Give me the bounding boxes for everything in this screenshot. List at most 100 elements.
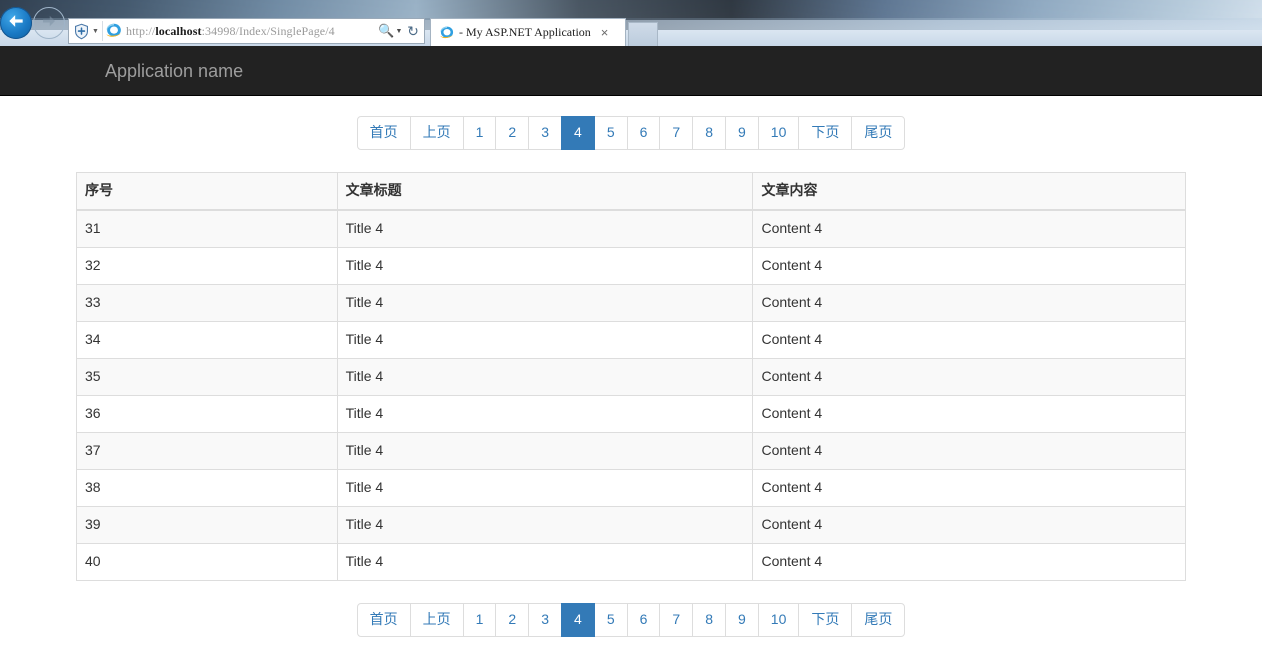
page-6-bottom[interactable]: 6: [626, 602, 661, 637]
page-10-bottom[interactable]: 10: [757, 602, 800, 637]
table-cell: 38: [76, 468, 338, 507]
table-cell: 35: [76, 357, 338, 396]
pagination-item: 7: [659, 602, 694, 637]
navbar-brand[interactable]: Application name: [105, 61, 243, 81]
table-row: 39 Title 4 Content 4: [76, 505, 1186, 544]
url-host: localhost: [155, 23, 202, 38]
pagination-item: 6: [626, 602, 661, 637]
refresh-icon[interactable]: ↻: [404, 23, 422, 40]
page-4-top[interactable]: 4: [561, 116, 595, 150]
table-cell: Content 4: [752, 468, 1186, 507]
pagination-item: 10: [757, 602, 800, 637]
table-column-header: 文章内容: [752, 171, 1186, 211]
page-3-bottom[interactable]: 3: [528, 602, 563, 637]
page-1-top[interactable]: 1: [462, 116, 497, 150]
table-cell: Content 4: [752, 320, 1186, 359]
table-cell: Title 4: [336, 357, 754, 396]
close-icon[interactable]: ×: [601, 26, 609, 39]
pagination-item: 4: [561, 602, 595, 637]
search-icon[interactable]: 🔍: [378, 23, 394, 39]
pagination-item: 9: [725, 116, 759, 150]
table-cell: Content 4: [752, 209, 1186, 248]
page-3-top[interactable]: 3: [528, 116, 563, 150]
table-row: 35 Title 4 Content 4: [76, 357, 1186, 396]
pagination-item: 首页: [356, 602, 411, 637]
page-1-bottom[interactable]: 1: [462, 602, 497, 637]
page-8-bottom[interactable]: 8: [692, 602, 726, 637]
table-cell: 40: [76, 542, 338, 581]
internet-explorer-icon: [105, 22, 123, 40]
article-table: 序号 文章标题 文章内容 31 Title 4 Content 4 32 Title 4 Co…: [76, 171, 1186, 581]
table-cell: Title 4: [336, 246, 754, 285]
compatibility-view-icon[interactable]: [72, 22, 91, 40]
table-row: 33 Title 4 Content 4: [76, 283, 1186, 322]
page-first-bottom[interactable]: 首页: [356, 602, 411, 637]
pagination-item: 9: [725, 602, 759, 637]
table-body: 31 Title 4 Content 4 32 Title 4 Content 4 33 Ti…: [76, 209, 1186, 581]
pagination-item: 10: [757, 116, 800, 150]
page-7-bottom[interactable]: 7: [659, 602, 694, 637]
pagination-item: 2: [495, 116, 530, 150]
pagination-item: 8: [692, 602, 726, 637]
page-9-bottom[interactable]: 9: [725, 602, 759, 637]
pagination-item: 下页: [798, 602, 853, 637]
page-5-bottom[interactable]: 5: [593, 602, 628, 637]
pagination-item: 3: [528, 116, 563, 150]
page-next-top[interactable]: 下页: [798, 116, 853, 150]
page-2-top[interactable]: 2: [495, 116, 530, 150]
page-10-top[interactable]: 10: [757, 116, 800, 150]
table-head: 序号 文章标题 文章内容: [76, 171, 1186, 211]
pagination-item: 1: [462, 602, 497, 637]
table-cell: Title 4: [336, 209, 754, 248]
pagination-item: 6: [626, 116, 661, 150]
internet-explorer-icon: [439, 25, 455, 41]
back-button[interactable]: [0, 7, 32, 39]
pagination-item: 7: [659, 116, 694, 150]
table-cell: 37: [76, 431, 338, 470]
page-9-top[interactable]: 9: [725, 116, 759, 150]
forward-button[interactable]: [33, 7, 65, 39]
table-column-header: 序号: [76, 171, 338, 211]
page-6-top[interactable]: 6: [626, 116, 661, 150]
table-cell: Title 4: [336, 320, 754, 359]
compatibility-dropdown-icon[interactable]: ▼: [91, 28, 100, 35]
table-cell: 34: [76, 320, 338, 359]
address-bar[interactable]: ▼ http://localhost:34998/Index/SinglePag…: [68, 18, 425, 44]
page-4-bottom[interactable]: 4: [561, 602, 595, 637]
pagination-bottom: 首页 上页 1 2 3 4 5 6 7 8 9 10 下页 尾页: [356, 602, 906, 637]
table-row: 36 Title 4 Content 4: [76, 394, 1186, 433]
table-cell: Title 4: [336, 505, 754, 544]
page-first-top[interactable]: 首页: [356, 116, 411, 150]
page-7-top[interactable]: 7: [659, 116, 694, 150]
pagination-bottom-wrapper: 首页 上页 1 2 3 4 5 6 7 8 9 10 下页 尾页: [76, 602, 1186, 637]
page-last-top[interactable]: 尾页: [851, 116, 906, 150]
table-cell: 39: [76, 505, 338, 544]
table-cell: Title 4: [336, 542, 754, 581]
desktop-wallpaper-strip: [0, 0, 1262, 20]
page-prev-top[interactable]: 上页: [409, 116, 464, 150]
page-next-bottom[interactable]: 下页: [798, 602, 853, 637]
table-cell: Content 4: [752, 431, 1186, 470]
page-container: 首页 上页 1 2 3 4 5 6 7 8 9 10 下页 尾页 序号 文章标题 文章内容 31 Title 4…: [61, 116, 1201, 637]
search-dropdown-icon[interactable]: ▼: [394, 28, 404, 35]
pagination-item: 5: [593, 602, 628, 637]
page-2-bottom[interactable]: 2: [495, 602, 530, 637]
web-page: Application name 首页 上页 1 2 3 4 5 6 7 8 9 10 下页 尾页 序号文…: [0, 46, 1262, 665]
browser-tab-aspnet-application[interactable]: - My ASP.NET Application ×: [430, 18, 626, 46]
new-tab-button[interactable]: [628, 22, 658, 46]
pagination-item: 下页: [798, 116, 853, 150]
page-last-bottom[interactable]: 尾页: [851, 602, 906, 637]
tab-strip: - My ASP.NET Application ×: [430, 18, 658, 46]
table-cell: Title 4: [336, 283, 754, 322]
table-cell: Title 4: [336, 431, 754, 470]
pagination-item: 8: [692, 116, 726, 150]
url-text: http://localhost:34998/Index/SinglePage/…: [126, 24, 378, 39]
page-prev-bottom[interactable]: 上页: [409, 602, 464, 637]
table-cell: Content 4: [752, 283, 1186, 322]
pagination-item: 尾页: [851, 116, 906, 150]
table-row: 34 Title 4 Content 4: [76, 320, 1186, 359]
page-5-top[interactable]: 5: [593, 116, 628, 150]
browser-chrome: ▼ http://localhost:34998/Index/SinglePag…: [0, 0, 1262, 46]
page-8-top[interactable]: 8: [692, 116, 726, 150]
back-arrow-icon: [6, 11, 26, 36]
